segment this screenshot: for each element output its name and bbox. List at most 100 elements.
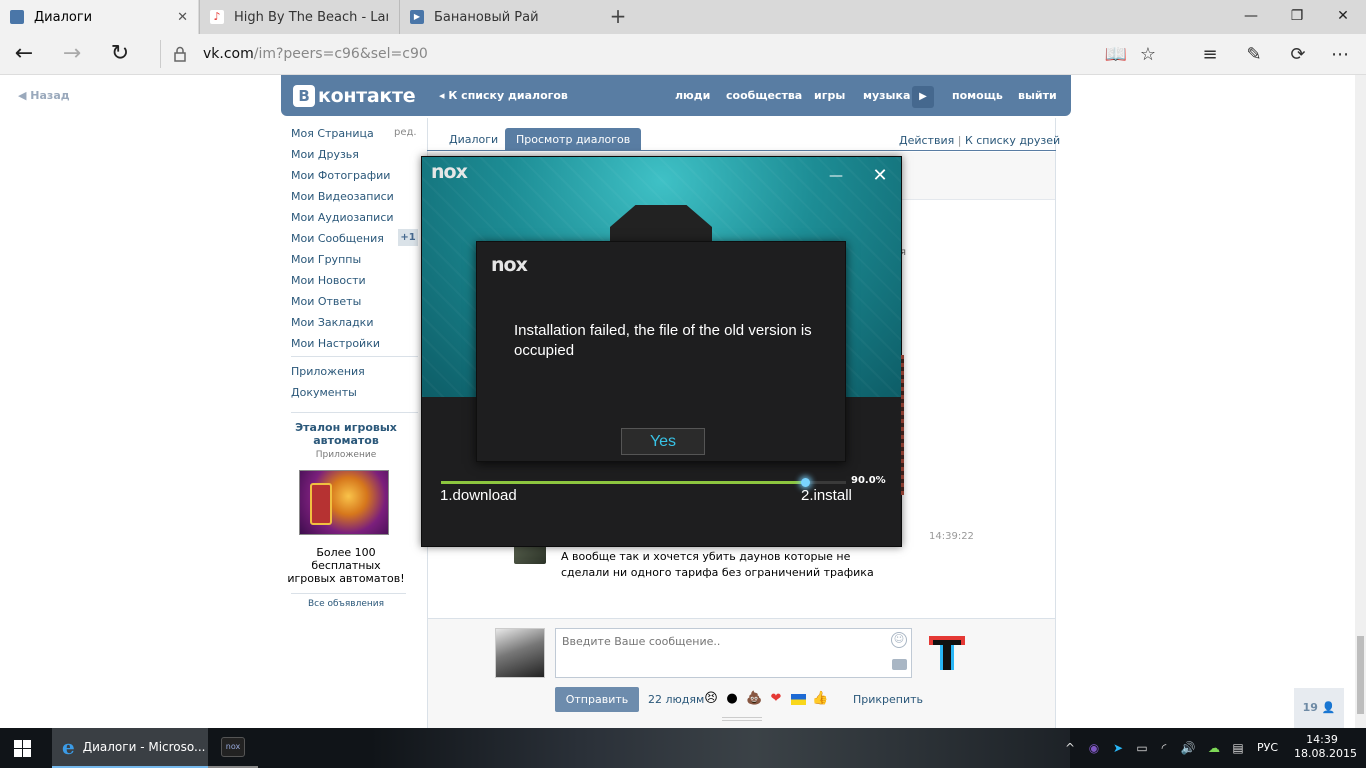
- nox-minimize-button[interactable]: —: [828, 168, 844, 184]
- windows-start-icon[interactable]: [14, 740, 31, 757]
- tab-title: High By The Beach - Lana Del Rey: [234, 9, 388, 25]
- vk-logo[interactable]: В контакте: [293, 84, 416, 108]
- tab-close-icon[interactable]: ✕: [177, 10, 188, 25]
- header-link-games[interactable]: игры: [814, 89, 845, 102]
- back-to-dialogs-link[interactable]: ◂ К списку диалогов: [439, 89, 568, 102]
- menu-my-messages[interactable]: Мои Сообщения: [291, 232, 384, 245]
- header-link-logout[interactable]: выйти: [1018, 89, 1057, 102]
- dialog-nox-logo: nox: [491, 254, 528, 276]
- reading-view-icon[interactable]: 📖: [1102, 41, 1130, 69]
- menu-my-friends[interactable]: Мои Друзья: [291, 148, 359, 161]
- online-friends-badge[interactable]: 19 👤: [1294, 688, 1344, 728]
- attach-link[interactable]: Прикрепить: [853, 693, 923, 706]
- actions-link[interactable]: Действия: [899, 134, 954, 147]
- nox-logo: nox: [431, 161, 468, 183]
- wifi-icon[interactable]: ◜: [1156, 738, 1172, 758]
- refresh-icon[interactable]: ↻: [106, 40, 134, 68]
- menu-my-page[interactable]: Моя Страница: [291, 127, 374, 140]
- friends-list-link[interactable]: К списку друзей: [965, 134, 1060, 147]
- clock-date: 18.08.2015: [1294, 747, 1357, 760]
- scrollbar-thumb[interactable]: [1357, 636, 1364, 714]
- taskbar-wallpaper: [370, 728, 1070, 768]
- tray-expand-icon[interactable]: ^: [1062, 738, 1078, 758]
- play-icon[interactable]: ▶: [912, 86, 934, 108]
- taskbar-clock[interactable]: 14:39 18.08.2015: [1294, 733, 1357, 761]
- tab-bananoviy-rai[interactable]: ▶ Банановый Рай: [399, 0, 599, 34]
- emoji-flag-ukraine-icon[interactable]: [791, 694, 806, 705]
- menu-my-audio[interactable]: Мои Аудиозаписи: [291, 211, 394, 224]
- taskbar-nox-app[interactable]: nox: [208, 728, 258, 768]
- install-progress-fill: [441, 481, 806, 484]
- window-maximize-button[interactable]: ❐: [1274, 0, 1320, 34]
- all-ads-link[interactable]: Все объявления: [286, 599, 406, 609]
- header-link-communities[interactable]: сообщества: [726, 89, 802, 102]
- taskbar-edge-app[interactable]: e Диалоги - Microso...: [52, 728, 208, 768]
- emoji-poop-icon[interactable]: 💩: [746, 691, 762, 707]
- tab-high-by-the-beach[interactable]: ♪ High By The Beach - Lana Del Rey: [199, 0, 398, 34]
- web-note-icon[interactable]: ✎: [1240, 41, 1268, 69]
- resize-handle[interactable]: [722, 717, 762, 721]
- action-center-icon[interactable]: ▤: [1230, 738, 1246, 758]
- tab-dialogs[interactable]: Диалоги ✕: [0, 0, 198, 34]
- header-link-music[interactable]: музыка: [863, 89, 910, 102]
- favorite-star-icon[interactable]: ☆: [1134, 41, 1162, 69]
- message-input[interactable]: [555, 628, 912, 678]
- progress-percent: 90.0%: [851, 475, 886, 486]
- header-link-people[interactable]: люди: [675, 89, 710, 102]
- yes-button[interactable]: Yes: [621, 428, 705, 455]
- hub-icon[interactable]: ≡: [1196, 41, 1224, 69]
- new-tab-button[interactable]: +: [608, 5, 628, 29]
- window-minimize-button[interactable]: —: [1228, 0, 1274, 34]
- input-language[interactable]: РУС: [1257, 741, 1278, 754]
- smile-icon[interactable]: ☺: [891, 632, 907, 648]
- ad-title[interactable]: Эталон игровых автоматов: [286, 421, 406, 447]
- link-separator: |: [957, 134, 962, 147]
- vk-logo-text: контакте: [318, 85, 416, 107]
- menu-my-groups[interactable]: Мои Группы: [291, 253, 361, 266]
- more-icon[interactable]: ⋯: [1326, 41, 1354, 69]
- menu-my-settings[interactable]: Мои Настройки: [291, 337, 380, 350]
- menu-my-bookmarks[interactable]: Мои Закладки: [291, 316, 373, 329]
- messages-count-badge: +1: [398, 229, 418, 246]
- address-bar[interactable]: vk.com /im?peers=c96&sel=c90: [160, 40, 1060, 68]
- vk-chat-icon: [10, 10, 24, 24]
- menu-my-videos[interactable]: Мои Видеозаписи: [291, 190, 394, 203]
- message-time: 14:39:22: [929, 531, 974, 542]
- t-logo-icon[interactable]: [929, 636, 965, 670]
- menu-apps[interactable]: Приложения: [291, 365, 365, 378]
- url-host: vk.com: [203, 46, 254, 62]
- emoji-troll-icon[interactable]: 😣: [703, 691, 719, 707]
- emoji-thumbs-up-icon[interactable]: 👍: [812, 691, 828, 707]
- tab-view-dialogs[interactable]: Просмотр диалогов: [505, 128, 642, 151]
- nox-close-button[interactable]: ✕: [871, 167, 889, 185]
- emoji-bomb-icon[interactable]: ●: [724, 691, 740, 707]
- people-count-link[interactable]: 22 людям: [648, 693, 704, 706]
- camera-icon[interactable]: [892, 659, 907, 670]
- send-button[interactable]: Отправить: [555, 687, 639, 712]
- page-scrollbar[interactable]: [1355, 75, 1366, 728]
- tab-title: Диалоги: [34, 9, 93, 25]
- tab-dialogs-list[interactable]: Диалоги: [438, 128, 509, 151]
- back-link[interactable]: ◀ Назад: [18, 89, 70, 102]
- header-link-help[interactable]: помощь: [952, 89, 1003, 102]
- menu-my-news[interactable]: Мои Новости: [291, 274, 366, 287]
- edit-link[interactable]: ред.: [394, 127, 417, 138]
- share-icon[interactable]: ⟳: [1284, 41, 1312, 69]
- back-arrow-icon[interactable]: ←: [10, 40, 38, 68]
- message-text: А вообще так и хочется убить даунов кото…: [561, 550, 874, 579]
- network-icon[interactable]: ▭: [1134, 738, 1150, 758]
- menu-my-answers[interactable]: Мои Ответы: [291, 295, 361, 308]
- sync-icon[interactable]: ☁: [1206, 738, 1222, 758]
- my-avatar[interactable]: [495, 628, 545, 678]
- telegram-icon[interactable]: ➤: [1110, 738, 1126, 758]
- volume-icon[interactable]: 🔊: [1180, 738, 1196, 758]
- ad-text[interactable]: Более 100 бесплатных игровых автоматов!: [286, 546, 406, 585]
- window-close-button[interactable]: ✕: [1320, 0, 1366, 34]
- viber-icon[interactable]: ◉: [1086, 738, 1102, 758]
- emoji-heart-icon[interactable]: ❤: [768, 691, 784, 707]
- menu-documents[interactable]: Документы: [291, 386, 357, 399]
- ad-subtitle: Приложение: [315, 450, 377, 460]
- menu-my-photos[interactable]: Мои Фотографии: [291, 169, 390, 182]
- ad-image-slot-machine[interactable]: [299, 470, 389, 535]
- forward-arrow-icon[interactable]: →: [58, 40, 86, 68]
